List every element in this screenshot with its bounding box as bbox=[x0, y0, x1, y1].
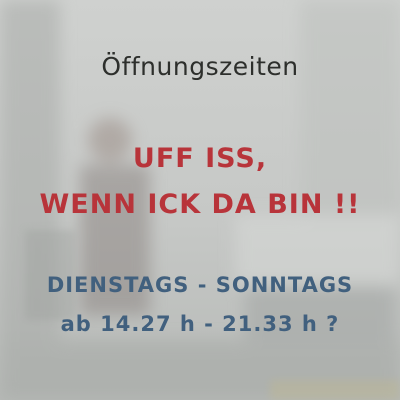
headline-line-2: WENN ICK DA BIN !! bbox=[39, 189, 361, 220]
opening-hours-title: Öffnungszeiten bbox=[101, 52, 299, 81]
headline-line-1: UFF ISS, bbox=[132, 143, 268, 174]
opening-days: DIENSTAGS - SONNTAGS bbox=[46, 273, 354, 297]
opening-hours: ab 14.27 h - 21.33 h ? bbox=[60, 312, 340, 336]
